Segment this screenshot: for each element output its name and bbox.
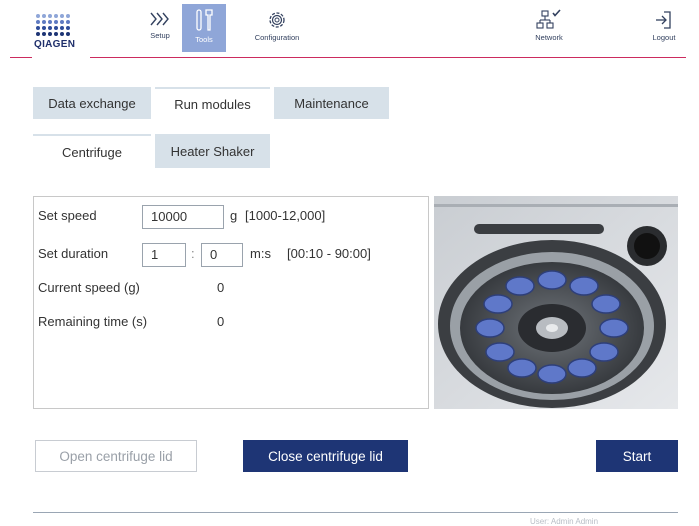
duration-unit: m:s [250, 246, 271, 261]
setup-chevrons-icon [150, 12, 169, 26]
logo-text: QIAGEN [34, 39, 76, 50]
nav-logout-button[interactable]: Logout [642, 6, 686, 50]
start-button[interactable]: Start [596, 440, 678, 472]
nav-configuration-label: Configuration [254, 33, 300, 42]
subtab-heater-shaker-label: Heater Shaker [170, 143, 255, 159]
logout-icon [656, 11, 671, 29]
close-centrifuge-lid-button[interactable]: Close centrifuge lid [243, 440, 408, 472]
qiagen-logo: QIAGEN [34, 10, 86, 58]
footer-divider [33, 512, 678, 513]
start-label: Start [622, 448, 652, 464]
logo-dots [36, 14, 86, 36]
centrifuge-image [434, 196, 678, 409]
duration-separator: : [191, 246, 195, 261]
tab-maintenance[interactable]: Maintenance [274, 87, 389, 119]
header-accent-line-left [10, 57, 32, 58]
centrifuge-parameter-panel [33, 196, 429, 409]
footer-user: User: Admin Admin [530, 517, 599, 526]
remaining-time-label: Remaining time (s) [38, 314, 148, 329]
subtab-heater-shaker[interactable]: Heater Shaker [155, 134, 270, 168]
speed-input[interactable]: 10000 [142, 205, 224, 229]
nav-tools-label: Tools [195, 35, 213, 44]
tab-run-modules-label: Run modules [174, 96, 251, 112]
nav-network-button[interactable]: Network [525, 6, 573, 50]
tools-icon [196, 9, 213, 31]
current-speed-label: Current speed (g) [38, 280, 140, 295]
nav-configuration-button[interactable]: Configuration [244, 6, 310, 50]
network-icon [536, 9, 561, 29]
duration-minutes-input[interactable]: 1 [142, 243, 186, 267]
tab-data-exchange-label: Data exchange [48, 95, 136, 111]
open-centrifuge-lid-label: Open centrifuge lid [59, 448, 173, 464]
nav-tools-button[interactable]: Tools [182, 4, 226, 52]
tab-data-exchange[interactable]: Data exchange [33, 87, 151, 119]
nav-setup-label: Setup [150, 31, 170, 40]
gear-icon [269, 12, 285, 28]
nav-network-label: Network [535, 33, 563, 42]
subtab-centrifuge[interactable]: Centrifuge [33, 134, 151, 168]
remaining-time-value: 0 [217, 314, 225, 329]
set-speed-label: Set speed [38, 208, 97, 223]
centrifuge-illustration [434, 196, 678, 409]
duration-seconds-input[interactable]: 0 [201, 243, 243, 267]
subtab-centrifuge-label: Centrifuge [62, 144, 122, 160]
close-centrifuge-lid-label: Close centrifuge lid [268, 448, 383, 464]
header-accent-line [90, 57, 686, 58]
duration-range: [00:10 - 90:00] [287, 246, 371, 261]
tab-maintenance-label: Maintenance [294, 95, 369, 111]
open-centrifuge-lid-button[interactable]: Open centrifuge lid [35, 440, 197, 472]
current-speed-value: 0 [217, 280, 225, 295]
speed-unit: g [230, 208, 238, 223]
set-duration-label: Set duration [38, 246, 109, 261]
tab-run-modules[interactable]: Run modules [155, 87, 270, 119]
nav-logout-label: Logout [652, 33, 676, 42]
speed-range: [1000-12,000] [245, 208, 326, 223]
nav-setup-button[interactable]: Setup [138, 6, 182, 50]
